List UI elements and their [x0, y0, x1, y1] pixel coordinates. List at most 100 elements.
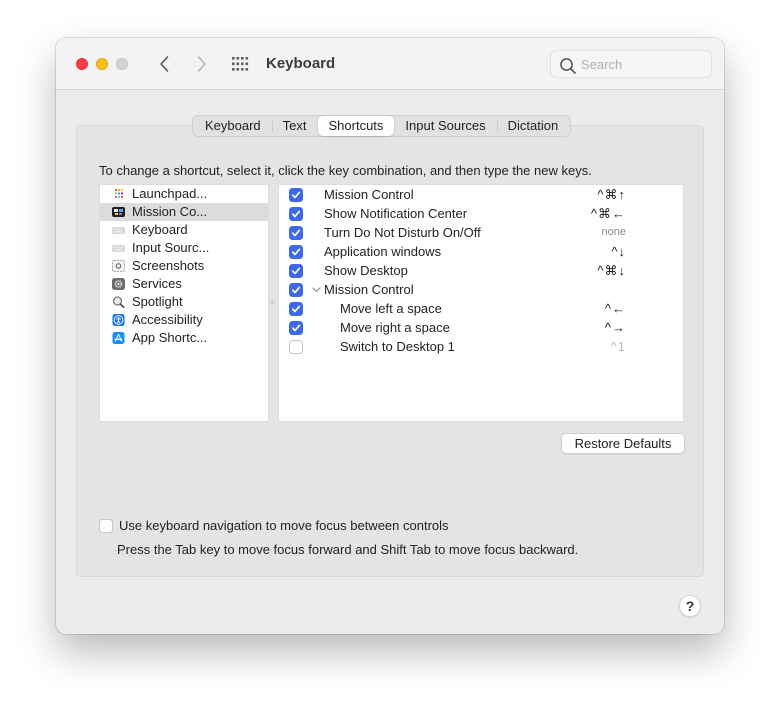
- shortcut-label: Show Notification Center: [324, 206, 468, 221]
- category-label: Keyboard: [132, 222, 188, 237]
- forward-button[interactable]: [191, 53, 211, 75]
- search-icon: [560, 58, 576, 74]
- checkmark-icon: [291, 286, 301, 294]
- category-input-sources[interactable]: Input Sourc...: [100, 239, 268, 257]
- category-mission-control[interactable]: Mission Co...: [100, 203, 268, 221]
- category-launchpad[interactable]: Launchpad...: [100, 185, 268, 203]
- shortcut-keys[interactable]: ^⌘↑: [597, 185, 626, 204]
- shortcut-checkbox[interactable]: [289, 188, 303, 202]
- category-accessibility[interactable]: Accessibility: [100, 311, 268, 329]
- shortcut-group-row[interactable]: Mission Control: [279, 280, 683, 299]
- shortcut-checkbox[interactable]: [289, 264, 303, 278]
- app-store-icon: [112, 332, 125, 344]
- shortcut-keys[interactable]: ^→: [605, 318, 626, 337]
- search-input[interactable]: [581, 55, 705, 73]
- shortcut-keys[interactable]: none: [602, 223, 626, 242]
- shortcut-list: Mission Control ^⌘↑ Show Notification Ce…: [278, 184, 684, 422]
- mission-control-icon: [112, 207, 125, 217]
- shortcut-row[interactable]: Move left a space ^←: [279, 299, 683, 318]
- shortcut-label: Turn Do Not Disturb On/Off: [324, 225, 481, 240]
- keyboard-navigation-label: Use keyboard navigation to move focus be…: [119, 518, 449, 533]
- shortcut-label: Mission Control: [324, 187, 414, 202]
- shortcut-row[interactable]: Turn Do Not Disturb On/Off none: [279, 223, 683, 242]
- help-button[interactable]: ?: [679, 595, 701, 617]
- restore-defaults-button[interactable]: Restore Defaults: [561, 433, 685, 454]
- shortcut-label: Move left a space: [340, 301, 442, 316]
- checkmark-icon: [291, 229, 301, 237]
- category-keyboard[interactable]: Keyboard: [100, 221, 268, 239]
- category-label: Input Sourc...: [132, 240, 210, 255]
- gear-icon: [112, 278, 125, 290]
- window-title: Keyboard: [266, 55, 336, 72]
- keyboard-navigation-checkbox[interactable]: [99, 519, 113, 533]
- system-preferences-window: Keyboard Keyboard Text Shortcuts Input S…: [56, 38, 724, 634]
- category-label: App Shortc...: [132, 330, 208, 345]
- shortcut-keys[interactable]: ^⌘←: [591, 204, 626, 223]
- back-button[interactable]: [155, 53, 175, 75]
- shortcut-label: Show Desktop: [324, 263, 408, 278]
- category-label: Services: [132, 276, 182, 291]
- shortcut-keys[interactable]: ^←: [605, 299, 626, 318]
- shortcut-label: Move right a space: [340, 320, 450, 335]
- category-list: Launchpad... Mission Co... Keyboard Inpu…: [99, 184, 269, 422]
- checkmark-icon: [291, 305, 301, 313]
- shortcut-row[interactable]: Application windows ^↓: [279, 242, 683, 261]
- category-services[interactable]: Services: [100, 275, 268, 293]
- shortcut-checkbox[interactable]: [289, 302, 303, 316]
- split-view-divider[interactable]: [270, 300, 275, 305]
- checkmark-icon: [291, 210, 301, 218]
- category-label: Mission Co...: [132, 204, 208, 219]
- chevron-right-icon: [197, 56, 206, 72]
- keyboard-icon: [112, 245, 125, 252]
- shortcut-keys[interactable]: ^1: [611, 337, 626, 356]
- category-app-shortcuts[interactable]: App Shortc...: [100, 329, 268, 347]
- tab-bar: Keyboard Text Shortcuts Input Sources Di…: [192, 115, 572, 137]
- tab-input-sources[interactable]: Input Sources: [394, 116, 496, 136]
- checkmark-icon: [291, 191, 301, 199]
- shortcut-keys[interactable]: ^↓: [611, 242, 626, 261]
- shortcut-row[interactable]: Show Desktop ^⌘↓: [279, 261, 683, 280]
- category-label: Spotlight: [132, 294, 183, 309]
- shortcut-checkbox[interactable]: [289, 283, 303, 297]
- shortcut-row[interactable]: Switch to Desktop 1 ^1: [279, 337, 683, 356]
- category-label: Screenshots: [132, 258, 205, 273]
- tab-keyboard[interactable]: Keyboard: [194, 116, 272, 136]
- launchpad-icon: [115, 189, 123, 198]
- checkmark-icon: [291, 248, 301, 256]
- screenshot-icon: [112, 260, 125, 272]
- tab-shortcuts[interactable]: Shortcuts: [317, 116, 395, 136]
- shortcut-checkbox[interactable]: [289, 245, 303, 259]
- shortcut-label: Mission Control: [324, 282, 414, 297]
- category-label: Launchpad...: [132, 186, 208, 201]
- tab-text[interactable]: Text: [271, 116, 318, 136]
- chevron-left-icon: [160, 56, 169, 72]
- grid-icon: [232, 57, 249, 71]
- checkmark-icon: [291, 267, 301, 275]
- keyboard-icon: [112, 227, 125, 234]
- shortcut-row[interactable]: Mission Control ^⌘↑: [279, 185, 683, 204]
- shortcut-checkbox[interactable]: [289, 226, 303, 240]
- instructions-text: To change a shortcut, select it, click t…: [99, 163, 592, 178]
- title-bar: Keyboard: [56, 38, 724, 90]
- shortcut-checkbox[interactable]: [289, 340, 303, 354]
- keyboard-navigation-help-text: Press the Tab key to move focus forward …: [117, 542, 579, 557]
- category-screenshots[interactable]: Screenshots: [100, 257, 268, 275]
- shortcut-checkbox[interactable]: [289, 207, 303, 221]
- search-field[interactable]: [550, 50, 712, 78]
- shortcut-checkbox[interactable]: [289, 321, 303, 335]
- zoom-button[interactable]: [116, 58, 128, 70]
- shortcut-label: Application windows: [324, 244, 442, 259]
- close-button[interactable]: [76, 58, 88, 70]
- tab-dictation[interactable]: Dictation: [496, 116, 570, 136]
- category-label: Accessibility: [132, 312, 203, 327]
- shortcut-keys[interactable]: ^⌘↓: [597, 261, 626, 280]
- shortcut-row[interactable]: Show Notification Center ^⌘←: [279, 204, 683, 223]
- shortcut-row[interactable]: Move right a space ^→: [279, 318, 683, 337]
- minimize-button[interactable]: [96, 58, 108, 70]
- category-spotlight[interactable]: Spotlight: [100, 293, 268, 311]
- checkmark-icon: [291, 324, 301, 332]
- shortcut-label: Switch to Desktop 1: [340, 339, 455, 354]
- magnifier-icon: [112, 296, 125, 308]
- show-all-button[interactable]: [231, 56, 251, 72]
- accessibility-icon: [112, 314, 125, 326]
